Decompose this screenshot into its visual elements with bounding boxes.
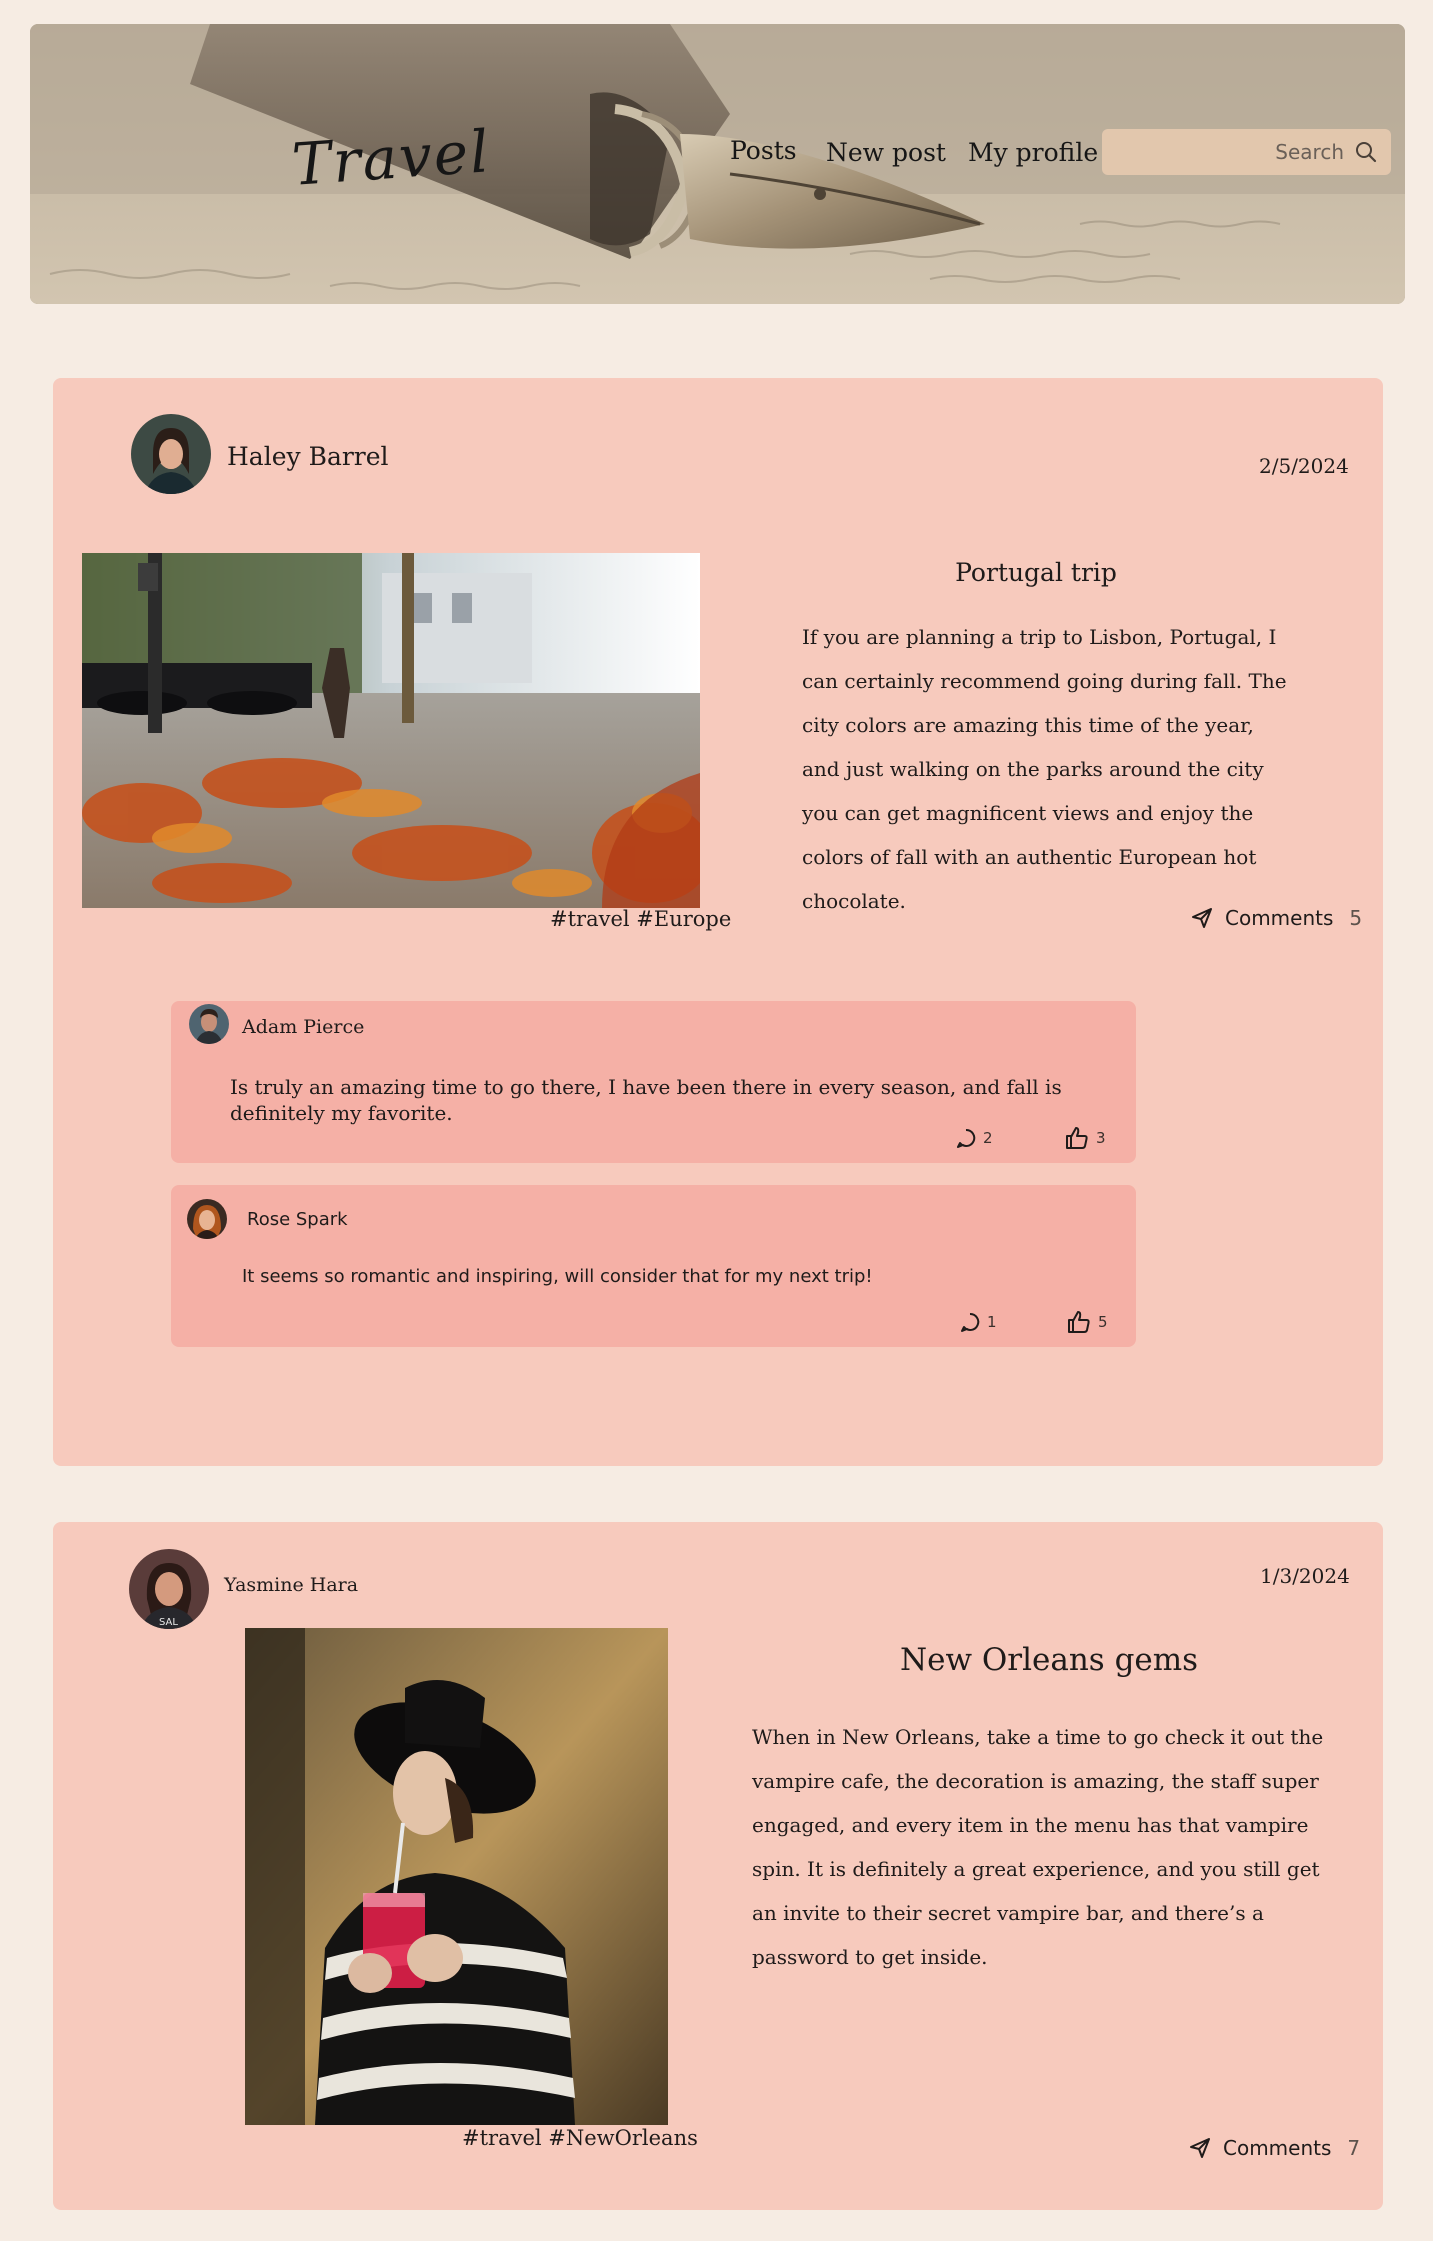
post-date: 2/5/2024 [1259, 454, 1349, 478]
svg-text:SAL: SAL [159, 1617, 178, 1628]
reply-button[interactable]: 1 [959, 1311, 997, 1333]
send-icon [1192, 908, 1212, 928]
search-input[interactable] [1102, 129, 1352, 175]
header-banner: Travel Posts New post My profile [30, 24, 1405, 304]
post-card: Haley Barrel 2/5/2024 #travel #Europe Po… [53, 378, 1383, 1466]
post-tags[interactable]: #travel #NewOrleans [462, 2126, 698, 2150]
vampire-cafe-drink-image [245, 1628, 668, 2125]
author-avatar[interactable] [131, 414, 211, 494]
search-icon[interactable] [1355, 141, 1377, 163]
post-photo [82, 553, 700, 908]
reply-count: 1 [987, 1313, 997, 1331]
like-button[interactable]: 3 [1064, 1125, 1106, 1151]
post-tags[interactable]: #travel #Europe [550, 907, 731, 931]
comments-count: 5 [1349, 906, 1363, 930]
commenter-name[interactable]: Adam Pierce [242, 1016, 364, 1038]
post-title[interactable]: Portugal trip [933, 558, 1139, 587]
avatar-image [189, 1004, 229, 1044]
comments-button[interactable]: Comments 5 [1191, 906, 1362, 930]
like-count: 3 [1096, 1129, 1106, 1147]
comments-button[interactable]: Comments 7 [1189, 2136, 1360, 2160]
nav-my-profile-link[interactable]: My profile [968, 138, 1098, 167]
post-photo [245, 1628, 668, 2125]
comments-label: Comments [1223, 2136, 1332, 2160]
post-body: If you are planning a trip to Lisbon, Po… [802, 625, 1287, 913]
comment-card: Adam Pierce Is truly an amazing time to … [171, 1001, 1136, 1163]
author-name[interactable]: Yasmine Hara [224, 1574, 358, 1596]
nav-new-post-link[interactable]: New post [826, 138, 946, 167]
reply-button[interactable]: 2 [955, 1127, 993, 1149]
nav-posts-link[interactable]: Posts [730, 136, 797, 165]
comments-label: Comments [1225, 906, 1334, 930]
like-count: 5 [1098, 1313, 1108, 1331]
thumbs-up-icon [1068, 1311, 1090, 1333]
comment-text: Is truly an amazing time to go there, I … [230, 1075, 1062, 1125]
site-logo[interactable]: Travel [290, 117, 493, 199]
speech-bubble-icon [957, 1128, 976, 1148]
post-card: SAL Yasmine Hara 1/3/2024 #travel #NewOr… [53, 1522, 1383, 2210]
avatar-image [131, 414, 211, 494]
search-box[interactable] [1102, 129, 1391, 175]
comments-count: 7 [1347, 2136, 1361, 2160]
avatar-image: SAL [129, 1549, 209, 1629]
commenter-name[interactable]: Rose Spark [247, 1209, 348, 1230]
comment-card: Rose Spark It seems so romantic and insp… [171, 1185, 1136, 1347]
avatar-image [187, 1199, 227, 1239]
post-body: When in New Orleans, take a time to go c… [752, 1725, 1324, 1969]
author-avatar[interactable]: SAL [129, 1549, 209, 1629]
like-button[interactable]: 5 [1066, 1309, 1108, 1335]
send-icon [1190, 2138, 1210, 2158]
commenter-avatar[interactable] [189, 1004, 229, 1044]
lisbon-autumn-street-image [82, 553, 700, 908]
reply-count: 2 [983, 1129, 993, 1147]
comment-text: It seems so romantic and inspiring, will… [242, 1266, 873, 1287]
post-date: 1/3/2024 [1260, 1564, 1350, 1588]
author-name[interactable]: Haley Barrel [227, 442, 389, 471]
speech-bubble-icon [961, 1312, 980, 1332]
commenter-avatar[interactable] [187, 1199, 227, 1239]
thumbs-up-icon [1066, 1127, 1088, 1149]
post-title[interactable]: New Orleans gems [900, 1642, 1198, 1678]
